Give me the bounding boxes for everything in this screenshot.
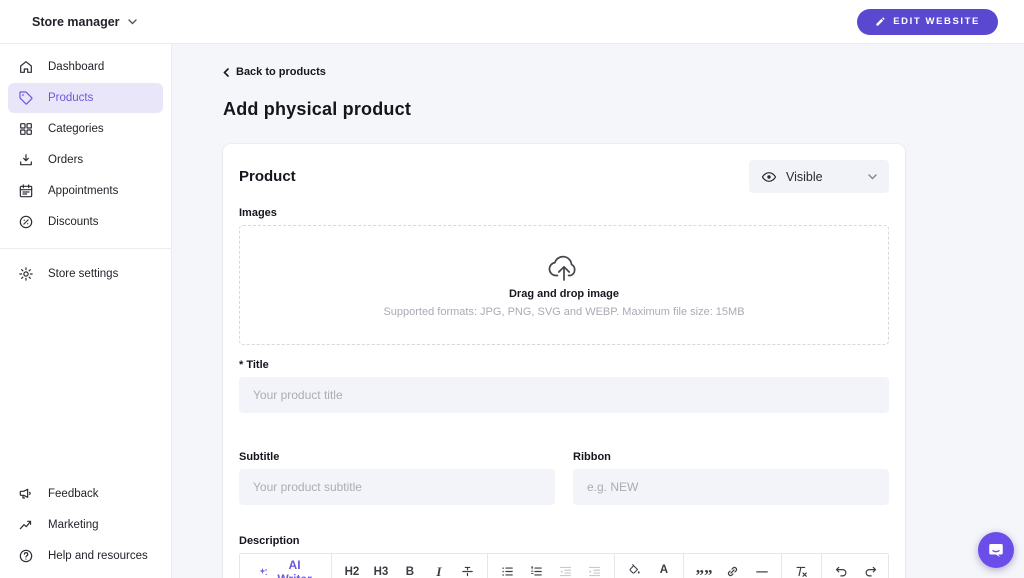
- heading-3-button[interactable]: H3: [366, 558, 395, 578]
- cloud-upload-icon: [548, 255, 576, 281]
- bullet-list-icon: [502, 567, 514, 576]
- sidebar-item-label: Discounts: [48, 216, 99, 228]
- sidebar-item-label: Orders: [48, 154, 84, 166]
- chevron-down-icon: [127, 18, 137, 24]
- chat-launcher-button[interactable]: [978, 532, 1014, 568]
- undo-button[interactable]: [827, 558, 856, 578]
- sidebar-item-label: Marketing: [48, 519, 99, 531]
- clear-formatting-icon: [796, 566, 808, 577]
- sidebar-item-orders[interactable]: Orders: [8, 145, 163, 175]
- horizontal-rule-icon: —: [756, 565, 768, 578]
- undo-icon: [836, 566, 847, 577]
- text-color-button[interactable]: A: [649, 558, 678, 578]
- sidebar-item-label: Feedback: [48, 488, 99, 500]
- main-content: Back to products Add physical product Pr…: [172, 44, 1024, 578]
- sidebar-item-discounts[interactable]: Discounts: [8, 207, 163, 237]
- sidebar-item-label: Categories: [48, 123, 104, 135]
- indent-button[interactable]: [580, 558, 609, 578]
- product-ribbon-input[interactable]: [573, 469, 889, 505]
- sidebar-item-categories[interactable]: Categories: [8, 114, 163, 144]
- edit-website-button[interactable]: EDIT WEBSITE: [857, 8, 998, 35]
- ribbon-label: Ribbon: [573, 451, 611, 463]
- sidebar-item-appointments[interactable]: Appointments: [8, 176, 163, 206]
- subtitle-label: Subtitle: [239, 451, 280, 463]
- dropzone-hint: Supported formats: JPG, PNG, SVG and WEB…: [383, 306, 745, 318]
- blockquote-icon: ””: [695, 565, 713, 578]
- product-title-input[interactable]: [239, 377, 889, 413]
- strikethrough-button[interactable]: [453, 558, 482, 578]
- product-subtitle-input[interactable]: [239, 469, 555, 505]
- megaphone-icon: [19, 488, 31, 499]
- pencil-icon: [876, 17, 885, 26]
- sidebar-item-store-settings[interactable]: Store settings: [8, 259, 163, 289]
- chevron-down-icon: [868, 173, 877, 179]
- description-label: Description: [239, 535, 300, 547]
- product-card: Product Visible Images Drag and drop ima…: [223, 144, 905, 578]
- indent-icon: [589, 566, 601, 577]
- sidebar-item-products[interactable]: Products: [8, 83, 163, 113]
- blockquote-button[interactable]: ””: [689, 558, 718, 578]
- ai-writer-button[interactable]: AI Writer: [245, 558, 326, 578]
- sidebar-item-marketing[interactable]: Marketing: [8, 510, 163, 540]
- highlight-color-button[interactable]: [620, 558, 649, 578]
- tag-icon: [19, 91, 33, 105]
- sparkles-icon: [259, 567, 268, 575]
- image-dropzone[interactable]: Drag and drop image Supported formats: J…: [239, 225, 889, 345]
- redo-icon: [866, 566, 877, 577]
- store-manager-menu[interactable]: Store manager: [32, 15, 137, 29]
- grid-icon: [20, 123, 32, 135]
- download-tray-icon: [20, 154, 32, 166]
- bullet-list-button[interactable]: [493, 558, 522, 578]
- dropzone-title: Drag and drop image: [508, 288, 620, 300]
- help-circle-icon: [19, 549, 33, 563]
- outdent-button[interactable]: [551, 558, 580, 578]
- top-bar: Store manager EDIT WEBSITE: [0, 0, 1024, 44]
- outdent-icon: [560, 566, 572, 577]
- link-icon: [728, 566, 738, 577]
- sidebar-item-help[interactable]: Help and resources: [8, 541, 163, 571]
- heading-2-button[interactable]: H2: [337, 558, 366, 578]
- discount-icon: [19, 215, 33, 229]
- link-button[interactable]: [718, 558, 747, 578]
- horizontal-rule-button[interactable]: —: [747, 558, 776, 578]
- sidebar-item-label: Help and resources: [48, 550, 148, 562]
- ordered-list-icon: [531, 566, 543, 576]
- back-to-products-link[interactable]: Back to products: [223, 66, 326, 78]
- card-title: Product: [239, 168, 296, 185]
- trend-chart-icon: [19, 520, 32, 530]
- ordered-list-button[interactable]: [522, 558, 551, 578]
- gear-icon: [19, 267, 33, 281]
- sidebar-item-feedback[interactable]: Feedback: [8, 479, 163, 509]
- visibility-value: Visible: [786, 169, 823, 184]
- fill-color-icon: [630, 563, 641, 574]
- description-toolbar: AI Writer H2 H3 B I: [240, 554, 888, 578]
- description-editor: AI Writer H2 H3 B I: [239, 553, 889, 578]
- images-label: Images: [239, 207, 277, 219]
- bold-button[interactable]: B: [395, 558, 424, 578]
- italic-button[interactable]: I: [424, 558, 453, 578]
- home-icon: [20, 61, 32, 73]
- eye-icon: [761, 171, 777, 182]
- store-manager-label: Store manager: [32, 14, 120, 29]
- chat-bubble-icon: [989, 544, 1003, 558]
- chevron-left-icon: [223, 67, 229, 77]
- title-label: * Title: [239, 359, 269, 371]
- sidebar-divider: [0, 248, 171, 249]
- sidebar-item-label: Appointments: [48, 185, 119, 197]
- sidebar-item-label: Dashboard: [48, 61, 105, 73]
- sidebar-item-label: Products: [48, 92, 94, 104]
- calendar-icon: [19, 184, 33, 198]
- clear-formatting-button[interactable]: [787, 558, 816, 578]
- sidebar-item-label: Store settings: [48, 268, 119, 280]
- sidebar-item-dashboard[interactable]: Dashboard: [8, 52, 163, 82]
- strikethrough-icon: [462, 566, 474, 577]
- edit-website-label: EDIT WEBSITE: [893, 16, 980, 27]
- sidebar: Dashboard Products Categories Orders App…: [0, 44, 172, 578]
- redo-button[interactable]: [856, 558, 885, 578]
- visibility-select[interactable]: Visible: [749, 160, 889, 193]
- page-title: Add physical product: [223, 99, 412, 119]
